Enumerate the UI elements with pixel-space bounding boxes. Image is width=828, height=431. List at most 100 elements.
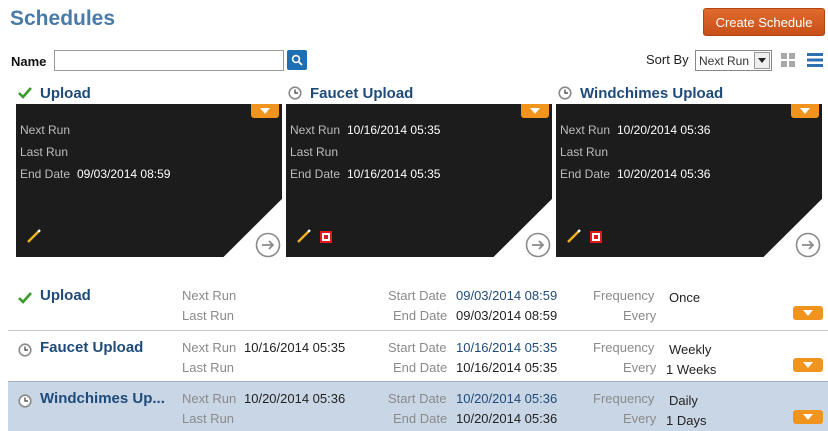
end-date-label: End Date (393, 360, 448, 375)
sort-by-select[interactable]: Next Run (695, 50, 772, 71)
chevron-down-icon (260, 108, 270, 114)
card-name: Faucet Upload (310, 84, 414, 102)
row-name[interactable]: Faucet Upload (40, 339, 143, 356)
start-date-value: 10/20/2014 05:36 (456, 391, 558, 406)
card-panel[interactable]: Next Run 10/16/2014 05:35 Last Run End D… (286, 104, 552, 257)
next-run-value: 10/16/2014 05:35 (347, 123, 441, 137)
end-date-value: 10/20/2014 05:36 (617, 167, 711, 181)
check-icon (18, 292, 32, 304)
every-label: Every (623, 360, 657, 375)
end-date-label: End Date (20, 167, 71, 181)
edit-pencil-icon[interactable] (567, 229, 581, 243)
list-item-selected[interactable]: Windchimes Up... Next Run 10/20/2014 05:… (8, 381, 828, 431)
next-run-label: Next Run (182, 288, 237, 303)
list-item[interactable]: Upload Next Run Last Run Start Date 09/0… (8, 279, 828, 331)
page-title: Schedules (10, 7, 116, 30)
frequency-value: Once (669, 290, 701, 305)
frequency-label: Frequency (593, 340, 655, 355)
frequency-label: Frequency (593, 288, 655, 303)
next-run-value: 10/16/2014 05:35 (244, 340, 346, 355)
end-date-label: End Date (290, 167, 341, 181)
next-run-label: Next Run (20, 123, 71, 137)
frequency-value: Daily (669, 393, 698, 408)
next-run-label: Next Run (290, 123, 341, 137)
schedule-card: Faucet Upload Next Run 10/16/2014 05:35 … (286, 83, 552, 258)
next-run-label: Next Run (182, 340, 237, 355)
row-menu-button[interactable] (793, 358, 823, 372)
every-value: 1 Weeks (666, 362, 717, 377)
card-title[interactable]: Upload (18, 83, 91, 103)
end-date-label: End Date (393, 411, 448, 426)
create-schedule-button[interactable]: Create Schedule (703, 8, 825, 36)
schedule-card: Windchimes Upload Next Run 10/20/2014 05… (556, 83, 822, 258)
chevron-down-icon (530, 108, 540, 114)
end-date-value: 09/03/2014 08:59 (77, 167, 171, 181)
stop-icon[interactable] (590, 231, 602, 243)
chevron-down-icon (803, 414, 813, 420)
clock-icon (558, 86, 572, 100)
start-date-label: Start Date (388, 340, 447, 355)
list-item[interactable]: Faucet Upload Next Run 10/16/2014 05:35 … (8, 330, 828, 382)
last-run-label: Last Run (20, 145, 69, 159)
card-panel[interactable]: Next Run 10/20/2014 05:36 Last Run End D… (556, 104, 822, 257)
row-name[interactable]: Upload (40, 287, 91, 304)
clock-icon (288, 86, 302, 100)
card-menu-button[interactable] (251, 104, 279, 118)
arrow-right-circle-icon[interactable] (525, 232, 551, 258)
chevron-down-icon (800, 108, 810, 114)
list-view-icon[interactable] (807, 53, 823, 67)
next-run-label: Next Run (560, 123, 611, 137)
end-date-value: 09/03/2014 08:59 (456, 308, 558, 323)
grid-view-icon[interactable] (781, 53, 795, 67)
name-filter-input[interactable] (54, 50, 284, 71)
card-menu-button[interactable] (791, 104, 819, 118)
end-date-value: 10/20/2014 05:36 (456, 411, 558, 426)
start-date-value: 10/16/2014 05:35 (456, 340, 558, 355)
search-button[interactable] (287, 50, 307, 70)
last-run-label: Last Run (182, 360, 235, 375)
stop-icon[interactable] (320, 231, 332, 243)
end-date-label: End Date (560, 167, 611, 181)
name-label: Name (11, 54, 47, 69)
card-title[interactable]: Faucet Upload (288, 83, 413, 103)
check-icon (18, 87, 32, 99)
last-run-label: Last Run (182, 411, 235, 426)
every-value: 1 Days (666, 413, 707, 428)
edit-pencil-icon[interactable] (297, 229, 311, 243)
sort-by-value: Next Run (699, 53, 750, 68)
next-run-value: 10/20/2014 05:36 (244, 391, 346, 406)
arrow-right-circle-icon[interactable] (795, 232, 821, 258)
end-date-value: 10/16/2014 05:35 (456, 360, 558, 375)
frequency-label: Frequency (593, 391, 655, 406)
next-run-value: 10/20/2014 05:36 (617, 123, 711, 137)
next-run-label: Next Run (182, 391, 237, 406)
dropdown-arrow-icon (754, 52, 770, 69)
end-date-label: End Date (393, 308, 448, 323)
edit-pencil-icon[interactable] (27, 229, 41, 243)
row-name[interactable]: Windchimes Up... (40, 390, 165, 407)
card-title[interactable]: Windchimes Upload (558, 83, 723, 103)
arrow-right-circle-icon[interactable] (255, 232, 281, 258)
row-menu-button[interactable] (793, 410, 823, 424)
search-icon (291, 54, 303, 66)
row-menu-button[interactable] (793, 306, 823, 320)
start-date-label: Start Date (388, 391, 447, 406)
clock-icon (18, 343, 32, 357)
card-menu-button[interactable] (521, 104, 549, 118)
chevron-down-icon (803, 362, 813, 368)
last-run-label: Last Run (182, 308, 235, 323)
card-name: Upload (40, 84, 91, 102)
chevron-down-icon (803, 310, 813, 316)
frequency-value: Weekly (669, 342, 712, 357)
every-label: Every (623, 411, 657, 426)
card-name: Windchimes Upload (580, 84, 724, 102)
start-date-label: Start Date (388, 288, 447, 303)
schedule-card: Upload Next Run Last Run End Date 09/03/… (16, 83, 282, 258)
last-run-label: Last Run (560, 145, 609, 159)
sort-by-label: Sort By (646, 52, 689, 67)
end-date-value: 10/16/2014 05:35 (347, 167, 441, 181)
every-label: Every (623, 308, 657, 323)
clock-icon (18, 394, 32, 408)
card-panel[interactable]: Next Run Last Run End Date 09/03/2014 08… (16, 104, 282, 257)
last-run-label: Last Run (290, 145, 339, 159)
